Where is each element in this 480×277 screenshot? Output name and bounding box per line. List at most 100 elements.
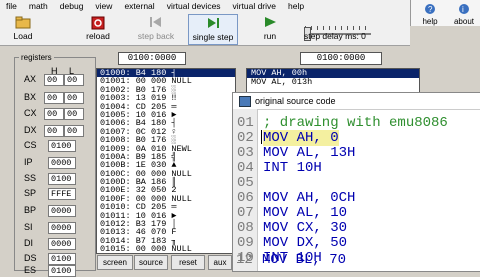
reg-bx-label: BX xyxy=(24,92,37,102)
reg-sp-value[interactable]: FFFE xyxy=(48,188,76,200)
registers-title: registers xyxy=(19,53,54,62)
menu-virtual-drive[interactable]: virtual drive xyxy=(227,0,282,12)
reg-bl-value[interactable]: 00 xyxy=(64,92,84,104)
single-step-icon xyxy=(189,17,237,31)
reg-si-label: SI xyxy=(24,222,33,232)
step-back-label: step back xyxy=(137,31,175,41)
current-code-line[interactable]: MOV AH, 0 xyxy=(263,130,339,146)
step-delay-label: step delay ms: 0 xyxy=(304,31,366,41)
reg-cs-label: CS xyxy=(24,140,37,150)
help-button[interactable]: ? help xyxy=(415,3,445,26)
reg-ch-value[interactable]: 00 xyxy=(44,108,64,120)
menu-file[interactable]: file xyxy=(0,0,23,12)
reg-dl-value[interactable]: 00 xyxy=(64,125,84,137)
toolbar: Load reload step back single step run st… xyxy=(0,12,410,45)
load-button[interactable]: Load xyxy=(6,14,40,43)
reg-ds-value[interactable]: 0100 xyxy=(48,253,76,265)
disasm-row[interactable]: MOV AL, 013h xyxy=(247,78,419,87)
reg-ax-label: AX xyxy=(24,74,37,84)
run-button[interactable]: run xyxy=(256,14,284,43)
step-back-button[interactable]: step back xyxy=(134,14,178,43)
memory-address-field[interactable]: 0100:0000 xyxy=(118,52,186,65)
folder-icon xyxy=(6,16,40,30)
code-line[interactable]: MOV BL, 70 xyxy=(262,252,346,268)
code-line[interactable]: MOV DX, 50 xyxy=(263,235,347,251)
reload-icon xyxy=(78,16,118,30)
menu-math[interactable]: math xyxy=(23,0,54,12)
source-window-title: original source code xyxy=(255,96,336,106)
reg-ah-value[interactable]: 00 xyxy=(44,74,64,86)
single-step-button[interactable]: single step xyxy=(188,14,238,45)
menu-debug[interactable]: debug xyxy=(54,0,90,12)
text-cursor xyxy=(261,130,262,144)
menu-external[interactable]: external xyxy=(118,0,160,12)
code-line[interactable]: MOV CX, 30 xyxy=(263,220,347,236)
reg-di-label: DI xyxy=(24,238,33,248)
reg-al-value[interactable]: 00 xyxy=(64,74,84,86)
reload-button[interactable]: reload xyxy=(78,14,118,43)
memory-list[interactable]: 01000: B4 180 ┤ 01001: 00 000 NULL 01002… xyxy=(96,68,236,254)
code-line[interactable]: ; drawing with emu8086 xyxy=(263,115,448,131)
reg-cs-value[interactable]: 0100 xyxy=(48,140,76,152)
line-number: 12 xyxy=(236,252,253,268)
line-number: 02 xyxy=(237,130,254,146)
line-number: 07 xyxy=(237,205,254,221)
line-number: 08 xyxy=(237,220,254,236)
about-icon: i xyxy=(459,4,469,14)
reg-bh-value[interactable]: 00 xyxy=(44,92,64,104)
code-line[interactable]: MOV AH, 0CH xyxy=(263,190,355,206)
menu-view[interactable]: view xyxy=(89,0,118,12)
help-icon: ? xyxy=(425,4,435,14)
aux-button[interactable]: aux xyxy=(208,255,232,270)
code-line[interactable]: MOV AL, 10 xyxy=(263,205,347,221)
reload-label: reload xyxy=(86,31,110,41)
reg-ss-value[interactable]: 0100 xyxy=(48,173,76,185)
reg-bp-label: BP xyxy=(24,205,37,215)
source-window-titlebar[interactable]: original source code xyxy=(233,93,480,110)
reg-ip-label: IP xyxy=(24,157,33,167)
help-label: help xyxy=(422,17,438,26)
disassembly-list[interactable]: MOV AH, 00h MOV AL, 013h xyxy=(246,68,420,94)
menu-bar: file math debug view external virtual de… xyxy=(0,0,410,12)
line-number: 09 xyxy=(237,235,254,251)
reg-dh-value[interactable]: 00 xyxy=(44,125,64,137)
svg-text:i: i xyxy=(462,5,464,14)
about-label: about xyxy=(453,17,475,26)
line-number: 05 xyxy=(237,175,254,191)
toolbar-separator xyxy=(0,45,410,46)
line-number: 04 xyxy=(237,160,254,176)
reg-ss-label: SS xyxy=(24,173,37,183)
reg-cl-value[interactable]: 00 xyxy=(64,108,84,120)
svg-text:?: ? xyxy=(428,5,433,14)
reg-cx-label: CX xyxy=(24,108,37,118)
right-panel: ? help i about xyxy=(410,0,480,26)
line-number: 06 xyxy=(237,190,254,206)
step-back-icon xyxy=(134,16,178,30)
run-label: run xyxy=(263,31,277,41)
line-number: 01 xyxy=(237,115,254,131)
reg-es-label: ES xyxy=(24,265,37,275)
reg-si-value[interactable]: 0000 xyxy=(48,222,76,234)
source-button[interactable]: source xyxy=(134,255,168,270)
reg-es-value[interactable]: 0100 xyxy=(48,265,76,277)
reg-sp-label: SP xyxy=(24,188,37,198)
reg-dx-label: DX xyxy=(24,125,37,135)
reg-ds-label: DS xyxy=(24,253,37,263)
disasm-address-field[interactable]: 0100:0000 xyxy=(300,52,382,65)
load-label: Load xyxy=(13,31,33,41)
menu-virtual-devices[interactable]: virtual devices xyxy=(161,0,227,12)
menu-help[interactable]: help xyxy=(282,0,310,12)
reg-di-value[interactable]: 0000 xyxy=(48,238,76,250)
screen-button[interactable]: screen xyxy=(97,255,133,270)
line-number: 03 xyxy=(237,145,254,161)
run-icon xyxy=(256,16,284,30)
single-step-label: single step xyxy=(192,32,234,42)
reg-bp-value[interactable]: 0000 xyxy=(48,205,76,217)
reg-ip-value[interactable]: 0000 xyxy=(48,157,76,169)
reset-button[interactable]: reset xyxy=(171,255,205,270)
code-line[interactable]: MOV AL, 13H xyxy=(263,145,355,161)
about-button[interactable]: i about xyxy=(449,3,479,26)
source-window-icon xyxy=(239,96,251,107)
code-line[interactable]: INT 10H xyxy=(263,160,322,176)
memory-row[interactable]: 01015: 00 000 NULL xyxy=(97,245,235,253)
